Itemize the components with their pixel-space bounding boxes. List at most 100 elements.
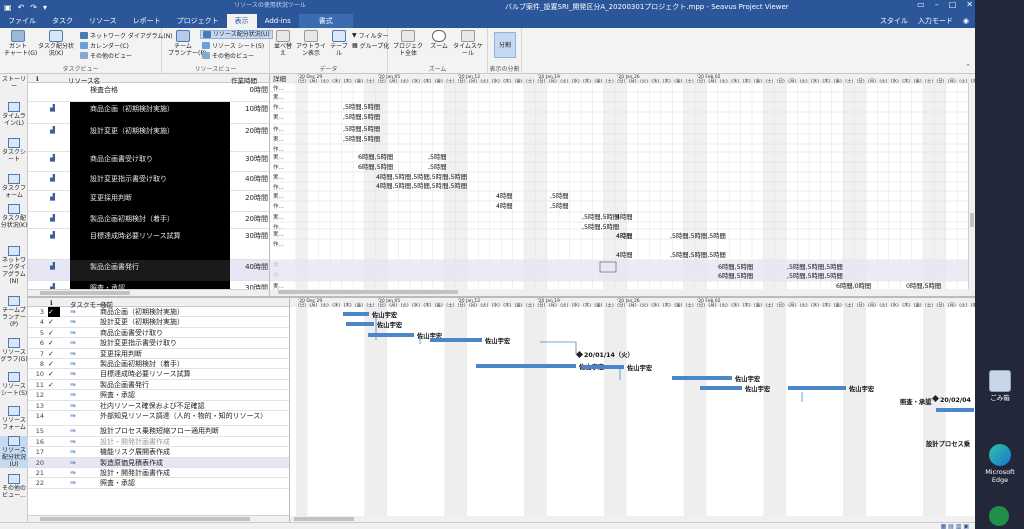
timescale-button[interactable]: タイムスケール [452,30,484,57]
task-name-cell[interactable]: 照査・承認 [100,390,286,400]
usage-value-cell[interactable]: ,5時間,5時間 [582,223,619,231]
resource-row[interactable]: ▟ 製品企画書発行 40時間 [28,260,269,281]
usage-value-cell[interactable]: 4時間 [496,202,513,210]
horizontal-scrollbar[interactable] [28,515,289,522]
tab-addins[interactable]: Add-ins [257,14,299,28]
task-row[interactable]: 3 ✓ ⇛ 商品企画（初期検討実施） [28,307,289,318]
gantt-task-bar[interactable] [582,365,624,369]
view-task-form[interactable]: タスクフォーム [0,174,28,199]
tab-resource[interactable]: リソース [81,14,125,28]
recycle-bin-shortcut[interactable]: ごみ箱 [979,370,1021,402]
task-name-cell[interactable]: 製品企画書発行 [100,380,286,390]
usage-value-cell[interactable]: 6時間,5時間 [718,263,753,271]
task-row[interactable]: 13 ⇛ 社内リソース確保および不足確認 [28,401,289,411]
resource-name-cell[interactable]: 目標達成時必要リソース試算 [70,229,230,260]
usage-value-cell[interactable]: 4時間,5時間,5時間,5時間,5時間 [376,182,467,190]
tab-project[interactable]: プロジェクト [169,14,227,28]
team-planner-button[interactable]: チーム プランナー(P) [168,30,206,57]
usage-value-cell[interactable]: ,5時間,5時間 [582,213,619,221]
usage-value-cell[interactable]: ,5時間 [550,192,569,200]
gantt-task-bar[interactable] [430,338,482,342]
usage-hscroll-thumb[interactable] [278,290,458,294]
resource-row[interactable]: ▟ 目標達成時必要リソース試算 30時間 [28,229,269,260]
usage-value-cell[interactable]: ,5時間,5時間,5時間 [787,272,843,280]
usage-value-cell[interactable]: 4時間,5時間,5時間,5時間,5時間 [376,173,467,181]
close-icon[interactable]: ✕ [966,0,973,9]
info-column-header[interactable]: ℹ [36,75,38,83]
milestone-marker[interactable] [575,350,584,359]
work-cell[interactable]: 30時間 [234,152,268,164]
save-icon[interactable]: ▣ [4,3,12,12]
view-shortcut-icons[interactable]: ▦ ▤ ▥ ▣ [941,523,969,529]
task-name-cell[interactable]: 照査・承認 [100,478,286,488]
task-name-cell[interactable]: 外部知見リソース調達（人的・物的・知的リソース） [100,411,286,426]
resource-row[interactable]: ▟ 商品企画（初期検討実施） 10時間 [28,102,269,124]
usage-value-cell[interactable]: ,5時間,5時間 [343,103,380,111]
undo-icon[interactable]: ↶ [18,3,25,12]
usage-value-cell[interactable]: ,5時間,5時間,5時間 [787,263,843,271]
task-name-cell[interactable]: 設計変更（初期検討実施） [100,317,286,327]
usage-value-cell[interactable]: 4時間 [616,232,633,240]
view-timeline[interactable]: タイムライン(L) [0,102,28,127]
tab-file[interactable]: ファイル [0,14,44,28]
usage-value-cell[interactable]: 4時間 [496,192,513,200]
gantt-task-bar[interactable] [476,364,576,368]
task-row[interactable]: 12 ⇛ 照査・承認 [28,390,289,401]
work-cell[interactable]: 40時間 [234,260,268,272]
view-other-views[interactable]: その他のビュー... [0,474,28,499]
resource-row[interactable]: ▟ 製品企画初期検討（着手） 20時間 [28,212,269,229]
work-cell[interactable]: 40時間 [234,172,268,184]
minimize-icon[interactable]: – [935,0,939,9]
task-name-cell[interactable]: 機能リスク展開表作成 [100,447,286,457]
scrollbar-thumb[interactable] [970,213,974,227]
resource-row[interactable]: ▟ 変更採用判断 20時間 [28,191,269,212]
resource-name-cell[interactable]: 製品企画書発行 [70,260,230,281]
usage-value-cell[interactable]: ,5時間,5時間 [343,135,380,143]
resource-row[interactable]: ▟ 商品企画書受け取り 30時間 [28,152,269,172]
task-name-cell[interactable]: 社内リソース確保および不足確認 [100,401,286,411]
task-row[interactable]: 14 ⇛ 外部知見リソース調達（人的・物的・知的リソース） [28,411,289,427]
task-name-cell[interactable]: 製品企画初期検討（着手） [100,359,286,369]
usage-value-cell[interactable]: 0時間,5時間 [906,282,941,290]
task-row[interactable]: 21 ⇛ 設計・開発計画書作成 [28,468,289,479]
work-cell[interactable]: 20時間 [234,124,268,136]
gantt-task-bar[interactable] [700,386,742,390]
usage-value-cell[interactable]: 6時間,0時間 [836,282,871,290]
gantt-task-bar[interactable] [343,312,369,316]
task-row[interactable]: 16 ⇛ 設計・開発計画書作成 [28,437,289,448]
resource-sheet-button[interactable]: リソース シート(S) [202,41,264,50]
redo-icon[interactable]: ↷ [30,3,37,12]
tab-task[interactable]: タスク [44,14,81,28]
scrollbar-thumb[interactable] [40,291,130,295]
resource-name-cell[interactable]: 変更採用判断 [70,191,230,212]
resource-name-cell[interactable]: 商品企画（初期検討実施） [70,102,230,124]
task-name-cell[interactable]: 変更採用判断 [100,349,286,359]
gantt-chart-button[interactable]: ガント チャート(G) [4,30,37,57]
task-name-cell[interactable]: 設計・開発計画書作成 [100,437,286,447]
gantt-task-bar[interactable] [936,408,974,412]
gantt-task-bar[interactable] [346,322,374,326]
scrollbar-thumb[interactable] [40,517,250,521]
resource-usage-button[interactable]: リソース配分状況(U) [200,30,273,39]
gantt-task-bar[interactable] [672,376,732,380]
usage-value-cell[interactable]: ,5時間 [428,153,447,161]
task-row[interactable]: 7 ✓ ⇛ 変更採用判断 [28,349,289,359]
edge-shortcut[interactable]: Microsoft Edge [979,444,1021,484]
resource-row[interactable]: ▟ 設計変更指示書受け取り 40時間 [28,172,269,191]
group-dropdown[interactable]: ▦ グループ化 [352,41,389,50]
task-usage-button[interactable]: タスク配分状況(K) [36,30,76,57]
resource-name-cell[interactable]: 設計変更（初期検討実施） [70,124,230,152]
view-story[interactable]: ストーリー [0,76,28,90]
task-row[interactable]: 4 ✓ ⇛ 設計変更（初期検討実施） [28,317,289,328]
sort-button[interactable]: 並べ替え [272,30,294,57]
task-name-cell[interactable]: 設計変更指示書受け取り [100,338,286,348]
resource-name-cell[interactable]: 検査合格 [70,83,230,102]
zoom-button[interactable]: ズーム [428,30,450,50]
resource-row[interactable]: ▟ 設計変更（初期検討実施） 20時間 [28,124,269,152]
style-link[interactable]: スタイル [880,14,908,28]
usage-value-cell[interactable]: ,5時間,5時間 [343,125,380,133]
app-taskbar-icon[interactable] [989,506,1009,526]
work-cell[interactable]: 20時間 [234,191,268,203]
usage-value-cell[interactable]: 6時間,5時間 [718,272,753,280]
task-row[interactable]: 5 ✓ ⇛ 商品企画書受け取り [28,328,289,339]
